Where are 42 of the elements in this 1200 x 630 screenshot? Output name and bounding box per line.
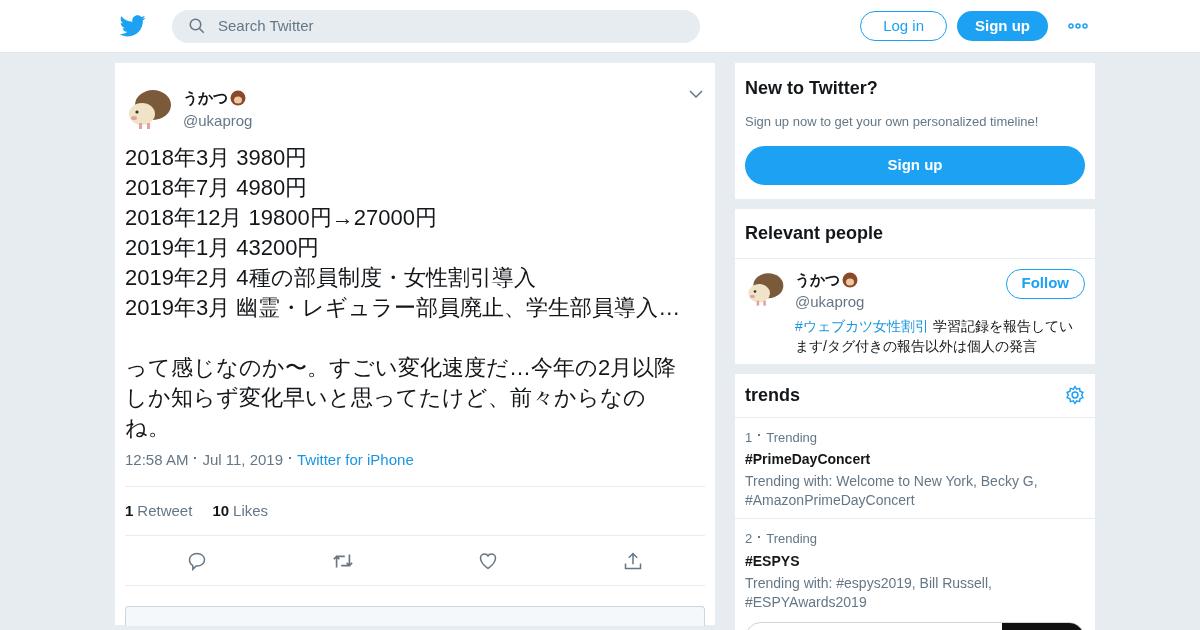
user-handle[interactable]: @ukaprog	[795, 291, 865, 314]
trend-item[interactable]: 1 Trending #PrimeDayConcert Trending with: Welcome to New York, Becky G, #AmazonPrimeDayConcert	[735, 417, 1095, 519]
bird-logo-icon[interactable]	[120, 15, 146, 37]
trend-context: Trending with: Welcome to New York, Becky G, #AmazonPrimeDayConcert	[745, 472, 1039, 510]
tweet-time: 12:58 AM	[125, 450, 189, 470]
card-title: Relevant people	[735, 208, 1095, 259]
user-name[interactable]: うかつ	[795, 268, 840, 291]
search-bar[interactable]: Search Twitter	[172, 9, 700, 43]
chevron-icon[interactable]	[689, 90, 703, 98]
heart-icon[interactable]	[478, 550, 499, 571]
trend-rank: 1	[745, 428, 753, 447]
settings-icon[interactable]	[1065, 385, 1085, 405]
stat-label[interactable]: Retweet	[137, 499, 193, 522]
reply-icon[interactable]	[187, 550, 208, 571]
trend-name: #PrimeDayConcert	[745, 450, 872, 469]
search-field[interactable]: Search Twitter	[218, 14, 684, 38]
card-title: New to Twitter?	[745, 77, 879, 100]
more-icon[interactable]	[1068, 23, 1088, 29]
stat-count: 10	[212, 500, 230, 521]
search-icon	[188, 17, 206, 35]
trend-meta: Trending	[766, 530, 818, 548]
signup-button[interactable]: Sign up	[957, 11, 1048, 41]
trend-context: Trending with: #espys2019, Bill Russell, #ESPYAwards2019	[745, 573, 993, 612]
share-icon[interactable]	[622, 550, 643, 571]
stat-count: 1	[125, 500, 134, 521]
user-bio: #ウェブカツ女性割引 学習記録を報告しています/タグ付きの報告以外は個人の発言	[795, 316, 1074, 356]
trend-meta: Trending	[766, 428, 818, 447]
trend-name: #ESPYS	[745, 551, 801, 571]
card-title: trends	[745, 383, 800, 407]
user-name[interactable]: うかつ	[183, 87, 228, 110]
source-link[interactable]: Twitter for iPhone	[297, 449, 414, 472]
trend-item[interactable]: 2 Trending #ESPYS Trending with: #espys2019, Bill Russell, #ESPYAwards2019	[735, 519, 1095, 620]
hashtag-link[interactable]: #ウェブカツ女性割引	[795, 317, 929, 334]
stat-label[interactable]: Likes	[233, 499, 269, 522]
hedgehog-icon	[230, 90, 246, 107]
tweet-text: 2018年3月 3980円 2018年7月 4980円 2018年12月 19800円→27000円 2019年1月 43200円 2019年2月 4種の部員制度・女性割引導入 2019年3月 幽霊・レギュラー部員廃止、学生部員導入… って感じなのか〜。すごい変化速度だ…今年の2月以降しか知らず変化早いと思ってたけど、前々からなのね。	[125, 144, 682, 442]
trend-rank: 2	[745, 530, 753, 548]
tweet-date: Jul 11, 2019	[202, 450, 283, 470]
signup-button[interactable]: Sign up	[745, 145, 1085, 185]
signup-text: Sign up now to get your own personalized timeline!	[745, 113, 1040, 131]
hedgehog-icon	[842, 271, 858, 288]
user-handle[interactable]: @ukaprog	[183, 109, 679, 132]
